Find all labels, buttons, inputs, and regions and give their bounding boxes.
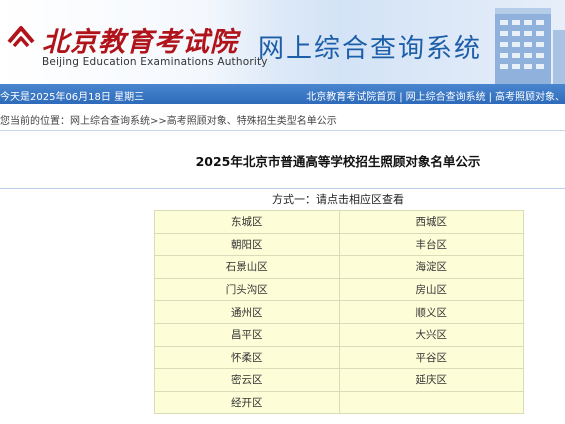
top-nav-bar: 今天是2025年06月18日 星期三 北京教育考试院首页 | 网上综合查询系统 | 高考… (0, 84, 565, 104)
district-row: 通州区 顺义区 (154, 300, 524, 324)
district-link[interactable]: 经开区 (154, 390, 340, 415)
district-link[interactable]: 东城区 (154, 210, 340, 234)
breadcrumb-prefix: 您当前的位置： (0, 116, 70, 127)
district-row: 朝阳区 丰台区 (154, 232, 524, 257)
district-link[interactable]: 大兴区 (338, 322, 524, 347)
district-link[interactable]: 怀柔区 (154, 345, 340, 370)
district-row: 怀柔区 平谷区 (154, 345, 524, 370)
query-method-label: 方式一：请点击相应区查看 (272, 193, 404, 206)
page-title: 2025年北京市普通高等学校招生照顾对象名单公示 (195, 154, 481, 169)
breadcrumb: 您当前的位置：网上综合查询系统>>高考照顾对象、特殊招生类型名单公示 (0, 112, 337, 127)
district-row: 门头沟区 房山区 (154, 277, 524, 302)
district-link[interactable]: 海淀区 (338, 255, 524, 279)
logo-english-name: Beijing Education Examinations Authority (42, 56, 268, 68)
district-link[interactable]: 门头沟区 (154, 277, 340, 302)
district-link[interactable]: 昌平区 (154, 322, 340, 347)
building-illustration-icon (495, 8, 565, 84)
district-cell-empty (338, 390, 524, 415)
nav-link-query-system[interactable]: 网上综合查询系统 (406, 92, 486, 103)
district-row: 昌平区 大兴区 (154, 322, 524, 347)
breadcrumb-separator: >> (150, 116, 167, 127)
nav-link-authority-home[interactable]: 北京教育考试院首页 (306, 92, 396, 103)
district-link[interactable]: 石景山区 (154, 255, 340, 279)
header-banner: 北京教育考试院 Beijing Education Examinations A… (0, 0, 565, 84)
district-link[interactable]: 延庆区 (338, 368, 524, 392)
district-row: 石景山区 海淀区 (154, 255, 524, 279)
nav-links: 北京教育考试院首页 | 网上综合查询系统 | 高考照顾对象、 (306, 92, 565, 103)
exam-authority-logo-icon (7, 26, 35, 48)
system-title: 网上综合查询系统 (258, 34, 483, 64)
district-row: 经开区 (154, 390, 524, 415)
logo-chinese-name: 北京教育考试院 (42, 27, 238, 58)
breadcrumb-item-current: 高考照顾对象、特殊招生类型名单公示 (166, 116, 337, 127)
district-link[interactable]: 西城区 (338, 210, 524, 234)
breadcrumb-divider (0, 130, 565, 131)
district-link[interactable]: 顺义区 (338, 300, 524, 324)
district-link[interactable]: 密云区 (154, 368, 340, 392)
district-row: 东城区 西城区 (154, 210, 524, 234)
current-date: 今天是2025年06月18日 星期三 (0, 92, 145, 103)
district-link[interactable]: 丰台区 (338, 232, 524, 257)
district-link[interactable]: 朝阳区 (154, 232, 340, 257)
breadcrumb-item-query-system[interactable]: 网上综合查询系统 (70, 116, 150, 127)
district-row: 密云区 延庆区 (154, 368, 524, 392)
district-link[interactable]: 房山区 (338, 277, 524, 302)
nav-link-gaokao-list[interactable]: 高考照顾对象、 (495, 92, 565, 103)
district-table: 东城区 西城区 朝阳区 丰台区 石景山区 海淀区 门头沟区 房山区 通州区 顺义区 昌平区 大兴区 怀柔… (154, 210, 524, 415)
district-link[interactable]: 平谷区 (338, 345, 524, 370)
title-divider (0, 188, 565, 189)
district-link[interactable]: 通州区 (154, 300, 340, 324)
